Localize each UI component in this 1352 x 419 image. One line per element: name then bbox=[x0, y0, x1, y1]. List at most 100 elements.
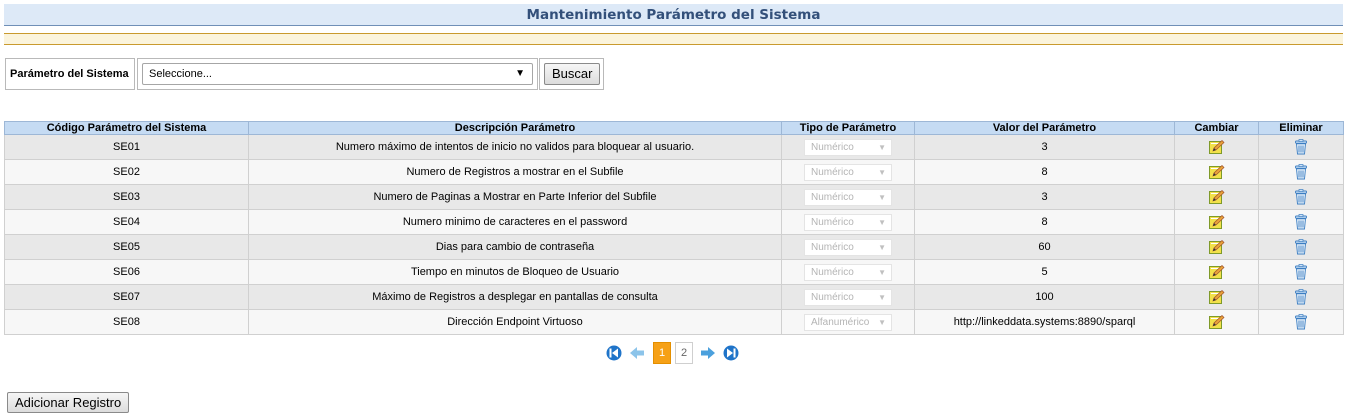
chevron-down-icon: ▼ bbox=[878, 142, 886, 152]
type-select-value: Numérico bbox=[811, 191, 854, 203]
trash-icon[interactable] bbox=[1293, 214, 1309, 230]
type-select-value: Numérico bbox=[811, 291, 854, 303]
add-record-button[interactable]: Adicionar Registro bbox=[7, 392, 130, 413]
trash-icon[interactable] bbox=[1293, 239, 1309, 255]
filter-label: Parámetro del Sistema bbox=[5, 58, 135, 90]
parameter-select-value: Seleccione... bbox=[149, 68, 212, 80]
cell-change bbox=[1174, 209, 1259, 235]
cell-description: Numero de Registros a mostrar en el Subf… bbox=[248, 159, 782, 185]
trash-icon[interactable] bbox=[1293, 164, 1309, 180]
header-divider-band bbox=[4, 33, 1343, 45]
column-header-code[interactable]: Código Parámetro del Sistema bbox=[4, 121, 249, 135]
cell-code: SE03 bbox=[4, 184, 249, 210]
cell-value: 100 bbox=[914, 284, 1175, 310]
cell-value: 3 bbox=[914, 134, 1175, 160]
cell-value: 3 bbox=[914, 184, 1175, 210]
cell-type: Numérico ▼ bbox=[781, 284, 915, 310]
type-select: Numérico ▼ bbox=[804, 263, 892, 281]
edit-pencil-icon[interactable] bbox=[1208, 140, 1225, 154]
type-select: Alfanumérico ▼ bbox=[804, 313, 892, 331]
chevron-down-icon: ▼ bbox=[878, 317, 886, 327]
chevron-down-icon: ▼ bbox=[878, 242, 886, 252]
cell-code: SE06 bbox=[4, 259, 249, 285]
chevron-down-icon: ▼ bbox=[878, 292, 886, 302]
trash-icon[interactable] bbox=[1293, 264, 1309, 280]
table-row: SE04 Numero minimo de caracteres en el pa… bbox=[4, 209, 1344, 235]
parameter-select[interactable]: Seleccione... ▼ bbox=[142, 63, 533, 85]
cell-type: Numérico ▼ bbox=[781, 159, 915, 185]
cell-type: Numérico ▼ bbox=[781, 209, 915, 235]
cell-description: Tiempo en minutos de Bloqueo de Usuario bbox=[248, 259, 782, 285]
table-row: SE05 Dias para cambio de contraseña Numéri… bbox=[4, 234, 1344, 260]
last-page-icon[interactable] bbox=[723, 345, 739, 361]
type-select-value: Numérico bbox=[811, 266, 854, 278]
cell-change bbox=[1174, 309, 1259, 335]
edit-pencil-icon[interactable] bbox=[1208, 215, 1225, 229]
cell-description: Dias para cambio de contraseña bbox=[248, 234, 782, 260]
first-page-icon[interactable] bbox=[606, 345, 622, 361]
column-header-change: Cambiar bbox=[1174, 121, 1259, 135]
filter-select-cell: Seleccione... ▼ bbox=[137, 58, 538, 90]
table-row: SE02 Numero de Registros a mostrar en el … bbox=[4, 159, 1344, 185]
type-select: Numérico ▼ bbox=[804, 138, 892, 156]
column-header-delete: Eliminar bbox=[1258, 121, 1344, 135]
cell-change bbox=[1174, 259, 1259, 285]
type-select: Numérico ▼ bbox=[804, 288, 892, 306]
page-title: Mantenimiento Parámetro del Sistema bbox=[4, 4, 1343, 26]
column-header-description[interactable]: Descripción Parámetro bbox=[248, 121, 782, 135]
cell-type: Numérico ▼ bbox=[781, 184, 915, 210]
cell-delete bbox=[1258, 309, 1344, 335]
type-select-value: Numérico bbox=[811, 166, 854, 178]
trash-icon[interactable] bbox=[1293, 289, 1309, 305]
column-header-value[interactable]: Valor del Parámetro bbox=[914, 121, 1175, 135]
page-2[interactable]: 2 bbox=[675, 342, 693, 364]
edit-pencil-icon[interactable] bbox=[1208, 315, 1225, 329]
cell-code: SE05 bbox=[4, 234, 249, 260]
type-select-value: Numérico bbox=[811, 141, 854, 153]
cell-description: Numero máximo de intentos de inicio no v… bbox=[248, 134, 782, 160]
table-row: SE08 Dirección Endpoint Virtuoso Alfanumér… bbox=[4, 309, 1344, 335]
trash-icon[interactable] bbox=[1293, 189, 1309, 205]
cell-delete bbox=[1258, 259, 1344, 285]
parameters-table: Código Parámetro del Sistema Descripción… bbox=[4, 121, 1344, 335]
cell-type: Numérico ▼ bbox=[781, 134, 915, 160]
type-select: Numérico ▼ bbox=[804, 188, 892, 206]
cell-delete bbox=[1258, 159, 1344, 185]
cell-description: Numero de Paginas a Mostrar en Parte Inf… bbox=[248, 184, 782, 210]
search-button[interactable]: Buscar bbox=[544, 63, 601, 85]
type-select-value: Numérico bbox=[811, 216, 854, 228]
edit-pencil-icon[interactable] bbox=[1208, 190, 1225, 204]
filter-button-cell: Buscar bbox=[539, 58, 604, 90]
type-select: Numérico ▼ bbox=[804, 238, 892, 256]
page-1[interactable]: 1 bbox=[653, 342, 671, 364]
cell-type: Numérico ▼ bbox=[781, 259, 915, 285]
table-row: SE07 Máximo de Registros a desplegar en p… bbox=[4, 284, 1344, 310]
chevron-down-icon: ▼ bbox=[878, 167, 886, 177]
cell-value: 8 bbox=[914, 209, 1175, 235]
trash-icon[interactable] bbox=[1293, 139, 1309, 155]
column-header-type[interactable]: Tipo de Parámetro bbox=[781, 121, 915, 135]
cell-code: SE08 bbox=[4, 309, 249, 335]
edit-pencil-icon[interactable] bbox=[1208, 290, 1225, 304]
edit-pencil-icon[interactable] bbox=[1208, 240, 1225, 254]
trash-icon[interactable] bbox=[1293, 314, 1309, 330]
cell-delete bbox=[1258, 209, 1344, 235]
edit-pencil-icon[interactable] bbox=[1208, 265, 1225, 279]
chevron-down-icon: ▼ bbox=[515, 68, 525, 79]
cell-change bbox=[1174, 284, 1259, 310]
prev-page-icon[interactable] bbox=[629, 345, 645, 361]
cell-change bbox=[1174, 184, 1259, 210]
cell-description: Máximo de Registros a desplegar en panta… bbox=[248, 284, 782, 310]
chevron-down-icon: ▼ bbox=[878, 217, 886, 227]
cell-delete bbox=[1258, 134, 1344, 160]
next-page-icon[interactable] bbox=[700, 345, 716, 361]
type-select-value: Numérico bbox=[811, 241, 854, 253]
edit-pencil-icon[interactable] bbox=[1208, 165, 1225, 179]
table-row: SE01 Numero máximo de intentos de inicio … bbox=[4, 134, 1344, 160]
cell-delete bbox=[1258, 284, 1344, 310]
cell-type: Alfanumérico ▼ bbox=[781, 309, 915, 335]
cell-type: Numérico ▼ bbox=[781, 234, 915, 260]
type-select-value: Alfanumérico bbox=[811, 316, 870, 328]
cell-delete bbox=[1258, 184, 1344, 210]
cell-code: SE01 bbox=[4, 134, 249, 160]
